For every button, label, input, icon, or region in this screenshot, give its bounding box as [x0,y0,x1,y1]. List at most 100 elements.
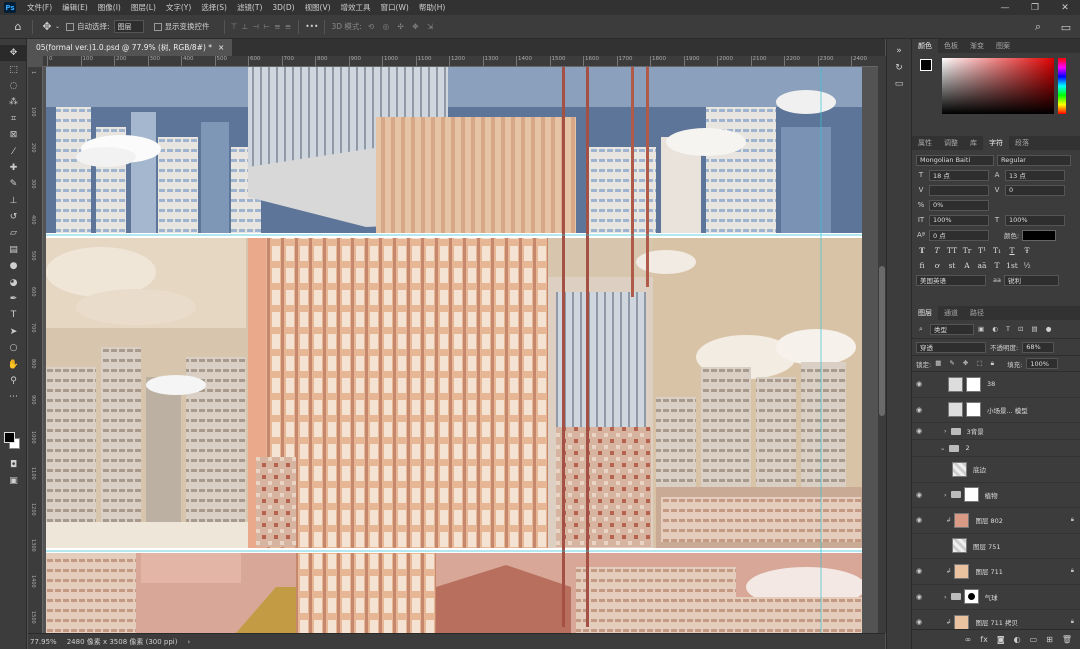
tab-layers[interactable]: 图层 [912,306,938,320]
workspace-icon[interactable]: ▭ [1058,19,1074,35]
text-color-swatch[interactable] [1022,229,1057,241]
collapse-panels-icon[interactable]: » [887,43,911,59]
eyedropper-icon[interactable]: ⁄ [0,143,27,159]
layer-row[interactable]: ◉ 38 [912,372,1080,398]
zoom-level[interactable]: 77.95% [30,638,57,646]
canvas-vertical-scrollbar[interactable] [878,56,886,633]
history-panel-icon[interactable]: ↻ [887,59,911,75]
marquee-tool-icon[interactable]: ⬚ [0,61,27,77]
maximize-button[interactable]: ❐ [1020,0,1050,15]
underline-button[interactable]: T [1006,246,1018,255]
quick-mask-icon[interactable]: ◘ [0,457,27,473]
antialias-dropdown[interactable]: 锐利 [1003,274,1059,286]
eye-icon[interactable]: ◉ [912,593,926,601]
crop-tool-icon[interactable]: ⌗ [0,111,27,127]
layer-group-row[interactable]: ◉ › 3背景 [912,423,1080,440]
eye-icon[interactable]: ◉ [912,427,926,435]
tab-properties[interactable]: 属性 [912,136,938,150]
foreground-color-swatch[interactable] [920,59,932,71]
history-brush-icon[interactable]: ↺ [0,209,27,225]
expand-chevron-icon[interactable]: › [944,593,947,601]
fill-field[interactable]: 100% [1026,358,1059,369]
menu-filter[interactable]: 滤镜(T) [232,2,267,13]
screen-mode-icon[interactable]: ▣ [0,473,27,489]
eraser-icon[interactable]: ▱ [0,225,27,241]
fx-icon[interactable]: fx [980,635,988,644]
tab-channels[interactable]: 通道 [938,306,964,320]
new-layer-icon[interactable]: ⊞ [1046,635,1053,644]
layer-group-row[interactable]: ◉ › 气球 [912,585,1080,610]
move-tool-icon[interactable]: ✥ [0,45,27,62]
link-icon[interactable]: ∞ [965,635,972,644]
layer-row[interactable]: ◉ ↲ 图层 802 🔒︎ [912,508,1080,534]
menu-window[interactable]: 窗口(W) [376,2,414,13]
eye-icon[interactable]: ◉ [912,380,926,388]
lasso-tool-icon[interactable]: ◌ [0,78,27,94]
layer-row[interactable]: ◉ 小场景... 模型 [912,398,1080,423]
lock-icons[interactable]: ▦ ✎ ✥ ⬚ 🔒︎ [935,359,997,368]
trash-icon[interactable]: 🗑︎ [1062,635,1072,644]
vertical-ruler[interactable]: 1 100 200 300 400 500 600 700 800 900 1000 1100 1200… [28,67,43,633]
fractions-button[interactable]: ½ [1021,261,1033,270]
small-caps-button[interactable]: Tr [961,246,973,255]
expand-chevron-icon[interactable]: › [944,427,947,435]
kerning-field[interactable] [929,184,989,196]
frame-tool-icon[interactable]: ⊠ [0,127,27,143]
layer-row[interactable]: ◉ ↲ 图层 711 🔒︎ [912,559,1080,585]
color-spectrum[interactable] [942,58,1054,114]
tool-preset-chevron-icon[interactable]: ⌄ [55,23,60,30]
blend-mode-dropdown[interactable]: 穿透 [916,341,986,353]
subscript-button[interactable]: T₁ [991,246,1003,255]
eye-icon[interactable]: ◉ [912,516,926,524]
layer-name[interactable]: 图层 711 [975,566,1002,576]
tab-paths[interactable]: 路径 [964,306,990,320]
hand-tool-icon[interactable]: ✋ [0,356,27,372]
layer-name[interactable]: 气球 [985,592,998,602]
canvas-area[interactable] [43,67,878,633]
layer-name[interactable]: 图层 802 [975,515,1002,525]
menu-select[interactable]: 选择(S) [196,2,232,13]
eye-icon[interactable]: ◉ [912,491,926,499]
menu-type[interactable]: 文字(Y) [161,2,196,13]
layer-name[interactable]: 3背景 [967,426,984,436]
discretionary-ligatures-button[interactable]: ơ [931,261,943,270]
menu-layer[interactable]: 图层(L) [126,2,161,13]
adjust-icon[interactable]: ◐ [1014,635,1021,644]
document-tab[interactable]: 05(formal ver.)1.0.psd @ 77.9% (树, RGB/8… [28,39,233,56]
mask-icon[interactable]: ◙ [997,635,1005,644]
magic-wand-icon[interactable]: ⁂ [0,94,27,110]
menu-view[interactable]: 视图(V) [300,2,336,13]
layer-group-row[interactable]: ◉ › 植物 [912,483,1080,508]
opacity-field[interactable]: 68% [1022,341,1055,353]
tab-character[interactable]: 字符 [983,136,1009,150]
leading-field[interactable]: 13 点 [1005,169,1065,181]
gradient-tool-icon[interactable]: ▤ [0,242,27,258]
more-tools-icon[interactable]: ⋯ [0,389,27,405]
minimize-button[interactable]: — [990,0,1020,15]
blur-tool-icon[interactable]: ● [0,258,27,274]
search-icon[interactable]: ⌕ [1030,19,1046,35]
tab-patterns[interactable]: 图案 [990,39,1016,53]
move-tool-icon[interactable]: ✥ [39,19,55,35]
path-selection-icon[interactable]: ➤ [0,324,27,340]
scroll-thumb[interactable] [879,266,885,416]
expand-chevron-icon[interactable]: › [944,491,947,499]
layer-name[interactable]: 图层 751 [973,541,1000,551]
type-tool-icon[interactable]: T [0,307,27,323]
foreground-color-swatch[interactable] [4,432,15,443]
layer-group-row[interactable]: ⌄ 2 [912,440,1080,457]
horizontal-scale-field[interactable]: 100% [1005,214,1065,226]
menu-3d[interactable]: 3D(D) [267,3,299,12]
tsume-field[interactable]: 0% [929,199,989,211]
stylistic-button[interactable]: aā [976,261,988,270]
layer-name[interactable]: 植物 [985,490,998,500]
filter-type-icons[interactable]: ▣ ◐ T ⊡ ▤ ● [978,325,1054,333]
tracking-field[interactable]: 0 [1005,184,1065,196]
layer-name[interactable]: 38 [987,380,995,388]
tab-color[interactable]: 颜色 [912,39,938,53]
collapse-chevron-icon[interactable]: ⌄ [940,444,945,452]
menu-help[interactable]: 帮助(H) [414,2,451,13]
align-icons[interactable]: ⊤ ⊥ ⊣ ⊢ ≡ ≡ [231,22,293,31]
comments-panel-icon[interactable]: ▭ [887,76,911,92]
filter-kind-dropdown[interactable]: 类型 [930,323,974,335]
